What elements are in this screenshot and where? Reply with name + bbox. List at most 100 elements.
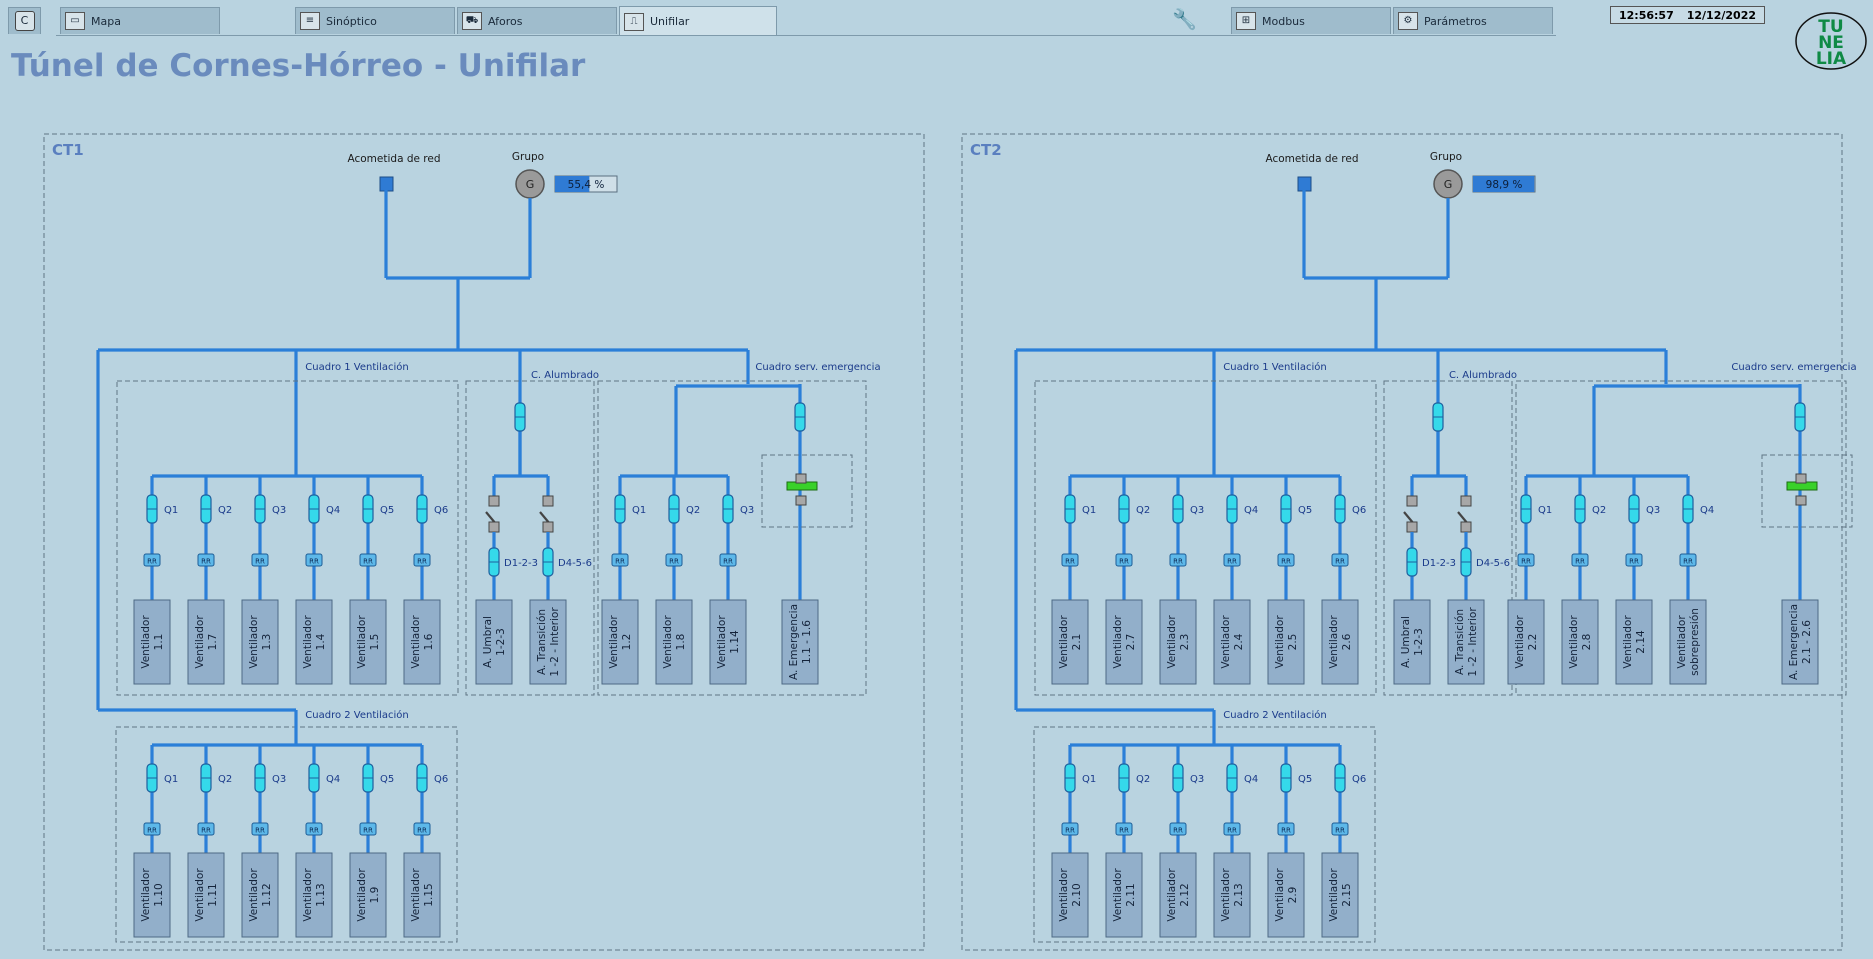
breaker-label: Q2	[218, 774, 232, 785]
breaker-label: Q5	[1298, 505, 1312, 516]
breaker[interactable]	[1064, 763, 1076, 793]
grid-supply-icon	[379, 176, 394, 192]
breaker-label: Q4	[1244, 505, 1258, 516]
relay-icon-label: RR	[1335, 558, 1345, 566]
cuadro1-label: Cuadro 1 Ventilación	[1223, 361, 1326, 373]
breaker[interactable]	[146, 763, 158, 793]
unifilar-diagram: CT1 Acometida de red Grupo G 55,4 % Cuadro 1 …	[43, 133, 1857, 951]
cuadro2-label: Cuadro 2 Ventilación	[305, 709, 408, 721]
alumbrado-label: C. Alumbrado	[531, 370, 599, 381]
breaker[interactable]	[416, 763, 428, 793]
breaker[interactable]	[1406, 547, 1418, 577]
alumbrado-label: C. Alumbrado	[1449, 370, 1517, 381]
breaker-label: Q6	[1352, 505, 1366, 516]
relay-icon-label: RR	[1227, 827, 1237, 835]
breaker-label: Q3	[740, 505, 754, 516]
breaker[interactable]	[1226, 494, 1238, 524]
panel-label: CT2	[970, 141, 1002, 159]
breaker-label: Q4	[326, 774, 340, 785]
relay-icon-label: RR	[363, 558, 373, 566]
breaker[interactable]	[146, 494, 158, 524]
contactor-bottom	[1460, 521, 1472, 533]
breaker[interactable]	[200, 763, 212, 793]
panel-label: CT1	[52, 141, 84, 159]
relay-icon-label: RR	[1281, 558, 1291, 566]
generator-icon-label: G	[526, 178, 535, 191]
breaker[interactable]	[1172, 494, 1184, 524]
contactor-top	[488, 495, 500, 507]
breaker[interactable]	[1334, 494, 1346, 524]
relay-icon-label: RR	[1521, 558, 1531, 566]
breaker[interactable]	[1460, 547, 1472, 577]
breaker[interactable]	[488, 547, 500, 577]
contactor-top	[1406, 495, 1418, 507]
relay-icon-label: RR	[201, 558, 211, 566]
breaker[interactable]	[1432, 402, 1444, 432]
grupo-level-value: 55,4 %	[568, 179, 605, 191]
relay-icon-label: RR	[255, 827, 265, 835]
breaker-label: Q4	[1700, 505, 1714, 516]
breaker[interactable]	[254, 494, 266, 524]
relay-icon-label: RR	[147, 827, 157, 835]
breaker-label: Q1	[164, 774, 178, 785]
relay-icon-label: RR	[1119, 827, 1129, 835]
breaker[interactable]	[542, 547, 554, 577]
breaker-label: Q3	[1190, 505, 1204, 516]
relay-icon-label: RR	[1173, 558, 1183, 566]
breaker[interactable]	[308, 763, 320, 793]
relay-icon-label: RR	[309, 558, 319, 566]
transfer-bottom	[1795, 495, 1807, 506]
breaker[interactable]	[1226, 763, 1238, 793]
breaker[interactable]	[1628, 494, 1640, 524]
breaker-label: D1-2-3	[504, 558, 538, 569]
breaker[interactable]	[416, 494, 428, 524]
breaker[interactable]	[1172, 763, 1184, 793]
generator-icon-label: G	[1444, 178, 1453, 191]
transfer-frame	[761, 454, 853, 528]
relay-icon-label: RR	[1065, 558, 1075, 566]
relay-icon-label: RR	[147, 558, 157, 566]
breaker[interactable]	[1574, 494, 1586, 524]
breaker[interactable]	[1682, 494, 1694, 524]
breaker[interactable]	[362, 494, 374, 524]
breaker-label: Q2	[218, 505, 232, 516]
breaker[interactable]	[1520, 494, 1532, 524]
breaker-label: Q1	[632, 505, 646, 516]
breaker-label: Q5	[380, 774, 394, 785]
breaker[interactable]	[1118, 494, 1130, 524]
relay-icon-label: RR	[1173, 827, 1183, 835]
breaker[interactable]	[668, 494, 680, 524]
breaker-label: Q3	[1190, 774, 1204, 785]
relay-icon-label: RR	[723, 558, 733, 566]
breaker[interactable]	[514, 402, 526, 432]
breaker[interactable]	[1334, 763, 1346, 793]
cuadro1-label: Cuadro 1 Ventilación	[305, 361, 408, 373]
relay-icon-label: RR	[1281, 827, 1291, 835]
emergencia-label: Cuadro serv. emergencia	[1731, 362, 1856, 373]
breaker[interactable]	[794, 402, 806, 432]
breaker-label: Q3	[272, 505, 286, 516]
transfer-frame	[1761, 454, 1853, 528]
breaker[interactable]	[614, 494, 626, 524]
breaker[interactable]	[254, 763, 266, 793]
breaker-label: D4-5-6	[558, 558, 592, 569]
relay-icon-label: RR	[363, 827, 373, 835]
breaker[interactable]	[200, 494, 212, 524]
breaker-label: Q4	[1244, 774, 1258, 785]
relay-icon-label: RR	[1119, 558, 1129, 566]
breaker[interactable]	[1280, 763, 1292, 793]
relay-icon-label: RR	[1335, 827, 1345, 835]
grupo-label: Grupo	[1430, 151, 1462, 163]
breaker[interactable]	[1794, 402, 1806, 432]
breaker-label: Q6	[434, 774, 448, 785]
breaker[interactable]	[722, 494, 734, 524]
breaker[interactable]	[362, 763, 374, 793]
breaker[interactable]	[1064, 494, 1076, 524]
breaker-label: D1-2-3	[1422, 558, 1456, 569]
relay-icon-label: RR	[255, 558, 265, 566]
breaker[interactable]	[1118, 763, 1130, 793]
breaker[interactable]	[308, 494, 320, 524]
breaker[interactable]	[1280, 494, 1292, 524]
breaker-label: Q2	[1136, 774, 1150, 785]
breaker-label: Q5	[1298, 774, 1312, 785]
